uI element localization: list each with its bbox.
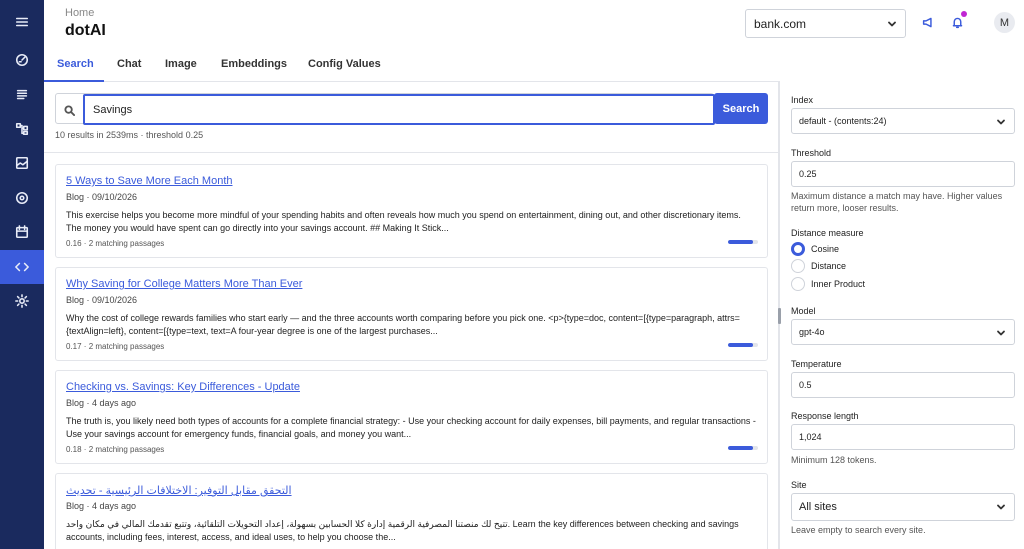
result-snippet: The truth is, you likely need both types… bbox=[66, 416, 756, 439]
calendar-icon[interactable] bbox=[0, 215, 44, 249]
threshold-label: Threshold bbox=[791, 148, 832, 158]
threshold-input[interactable]: 0.25 bbox=[791, 161, 1015, 187]
result-score: 0.18 bbox=[66, 445, 82, 454]
distance-option-distance[interactable]: Distance bbox=[791, 259, 846, 273]
media-icon[interactable] bbox=[0, 146, 44, 180]
result-card: 5 Ways to Save More Each Month Blog · 09… bbox=[55, 164, 768, 258]
result-meta: Blog · 09/10/2026 bbox=[66, 295, 138, 305]
search-box bbox=[55, 93, 715, 125]
active-tab-indicator bbox=[44, 80, 104, 82]
result-title-link[interactable]: 5 Ways to Save More Each Month bbox=[66, 175, 233, 187]
result-footer: 0.16 · 2 matching passages bbox=[66, 239, 165, 248]
result-passages: 2 matching passages bbox=[88, 445, 165, 454]
relevance-bar-fill bbox=[728, 240, 754, 244]
chevron-down-icon bbox=[996, 328, 1006, 340]
result-card: التحقق مقابل التوفير: الاختلافات الرئيسي… bbox=[55, 473, 768, 549]
result-score: 0.16 bbox=[66, 239, 82, 248]
result-score: 0.17 bbox=[66, 342, 82, 351]
structure-icon[interactable] bbox=[0, 112, 44, 146]
tab-bar: Search Chat Image Embeddings Config Valu… bbox=[44, 46, 780, 82]
site-select[interactable]: All sites bbox=[791, 493, 1015, 521]
response-length-hint: Minimum 128 tokens. bbox=[791, 455, 877, 465]
distance-option-inner-product[interactable]: Inner Product bbox=[791, 277, 865, 291]
result-meta: Blog · 4 days ago bbox=[66, 501, 137, 511]
tab-image[interactable]: Image bbox=[165, 58, 197, 70]
breadcrumb[interactable]: Home bbox=[65, 7, 94, 19]
tab-config-values[interactable]: Config Values bbox=[308, 58, 381, 70]
content-icon[interactable] bbox=[0, 78, 44, 112]
page-header: Home dotAI bank.com M bbox=[44, 0, 1024, 46]
site-selector[interactable]: bank.com bbox=[745, 9, 906, 38]
chevron-down-icon bbox=[996, 502, 1006, 515]
tab-search[interactable]: Search bbox=[57, 58, 94, 70]
response-length-input[interactable]: 1,024 bbox=[791, 424, 1015, 450]
settings-icon[interactable] bbox=[0, 284, 44, 318]
index-select-value: default - (contents:24) bbox=[799, 116, 887, 126]
result-summary: 10 results in 2539ms · threshold 0.25 bbox=[55, 130, 204, 140]
index-select[interactable]: default - (contents:24) bbox=[791, 108, 1015, 134]
response-length-label: Response length bbox=[791, 411, 859, 421]
result-passages: 2 matching passages bbox=[88, 239, 165, 248]
notification-dot bbox=[961, 11, 967, 17]
threshold-hint: Maximum distance a match may have. Highe… bbox=[791, 191, 1003, 213]
tab-embeddings[interactable]: Embeddings bbox=[221, 58, 287, 70]
result-card: Why Saving for College Matters More Than… bbox=[55, 267, 768, 361]
radio-label: Inner Product bbox=[811, 279, 866, 289]
left-rail bbox=[0, 0, 44, 549]
result-title-link[interactable]: Checking vs. Savings: Key Differences - … bbox=[66, 381, 300, 393]
index-label: Index bbox=[791, 95, 814, 105]
site-select-value: All sites bbox=[799, 501, 837, 513]
radio-label: Distance bbox=[811, 261, 847, 271]
site-label: Site bbox=[791, 480, 807, 490]
result-footer: 0.18 · 2 matching passages bbox=[66, 445, 165, 454]
result-snippet: تتيح لك منصتنا المصرفية الرقمية إدارة كل… bbox=[66, 519, 739, 542]
menu-icon[interactable] bbox=[0, 5, 44, 39]
radio-unselected[interactable] bbox=[791, 259, 805, 273]
announcement-icon[interactable] bbox=[920, 14, 936, 30]
relevance-bar bbox=[728, 343, 758, 347]
distance-measure-label: Distance measure bbox=[791, 228, 864, 238]
avatar[interactable]: M bbox=[994, 12, 1015, 33]
tab-chat[interactable]: Chat bbox=[117, 58, 141, 70]
result-title-link[interactable]: التحقق مقابل التوفير: الاختلافات الرئيسي… bbox=[66, 484, 292, 497]
results-list[interactable]: 5 Ways to Save More Each Month Blog · 09… bbox=[55, 164, 768, 549]
divider bbox=[44, 152, 778, 153]
relevance-bar-fill bbox=[728, 343, 753, 347]
result-snippet: This exercise helps you become more mind… bbox=[66, 210, 741, 233]
model-label: Model bbox=[791, 306, 816, 316]
result-title-link[interactable]: Why Saving for College Matters More Than… bbox=[66, 278, 302, 290]
result-meta: Blog · 09/10/2026 bbox=[66, 192, 138, 202]
page-title: dotAI bbox=[65, 22, 106, 39]
search-button[interactable]: Search bbox=[714, 93, 768, 124]
dev-tools-icon[interactable] bbox=[0, 250, 44, 284]
settings-panel: Index default - (contents:24) Threshold … bbox=[781, 82, 1024, 549]
result-snippet: Why the cost of college rewards families… bbox=[66, 313, 740, 336]
model-select-value: gpt-4o bbox=[799, 327, 825, 337]
site-hint: Leave empty to search every site. bbox=[791, 525, 926, 535]
site-selector-value: bank.com bbox=[754, 16, 807, 31]
radio-selected[interactable] bbox=[791, 242, 805, 256]
model-select[interactable]: gpt-4o bbox=[791, 319, 1015, 345]
result-card: Checking vs. Savings: Key Differences - … bbox=[55, 370, 768, 464]
temperature-input[interactable]: 0.5 bbox=[791, 372, 1015, 398]
result-meta: Blog · 4 days ago bbox=[66, 398, 137, 408]
radio-label: Cosine bbox=[811, 244, 840, 254]
distance-option-cosine[interactable]: Cosine bbox=[791, 242, 839, 256]
result-passages: 2 matching passages bbox=[88, 342, 165, 351]
relevance-bar-fill bbox=[728, 446, 753, 450]
search-input[interactable] bbox=[83, 94, 715, 125]
analytics-icon[interactable] bbox=[0, 43, 44, 77]
chevron-down-icon bbox=[996, 117, 1006, 129]
search-icon bbox=[64, 103, 75, 121]
relevance-bar bbox=[728, 446, 758, 450]
temperature-label: Temperature bbox=[791, 359, 842, 369]
marketing-icon[interactable] bbox=[0, 181, 44, 215]
chevron-down-icon bbox=[887, 18, 897, 32]
radio-unselected[interactable] bbox=[791, 277, 805, 291]
result-footer: 0.17 · 2 matching passages bbox=[66, 342, 165, 351]
relevance-bar bbox=[728, 240, 758, 244]
